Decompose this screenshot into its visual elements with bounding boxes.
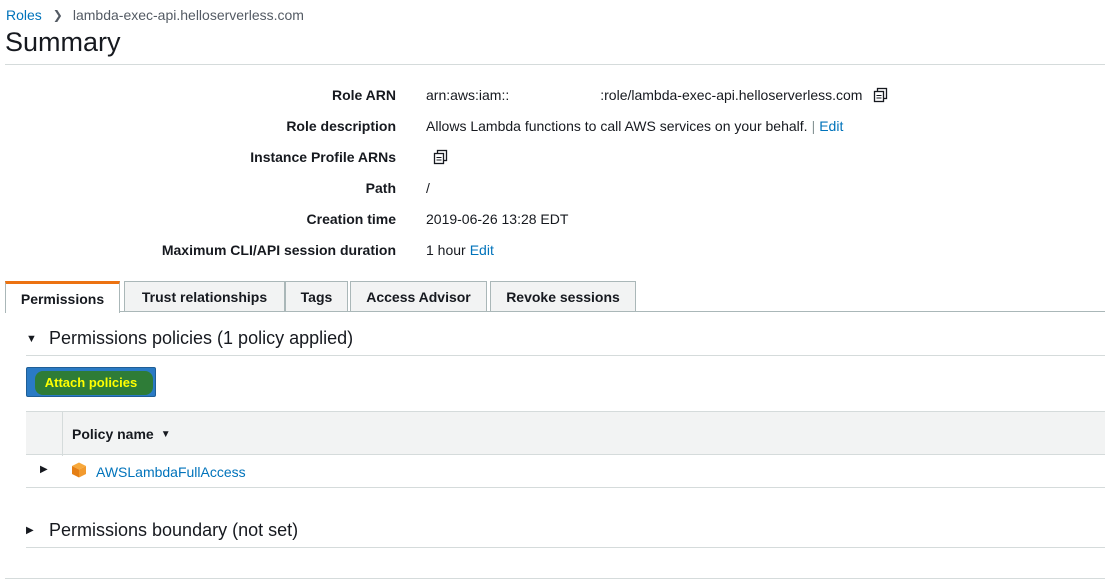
summary-row-instance-profile: Instance Profile ARNs (0, 146, 1105, 168)
edit-session-duration-link[interactable]: Edit (470, 242, 494, 258)
separator: | (811, 118, 816, 134)
caret-down-icon: ▼ (26, 332, 37, 345)
policy-link-awslambdafullaccess[interactable]: AWSLambdaFullAccess (96, 464, 246, 480)
path-value: / (426, 180, 430, 196)
expand-row-icon[interactable]: ▶ (40, 464, 48, 475)
creation-time-label: Creation time (306, 211, 396, 227)
tab-trust-relationships[interactable]: Trust relationships (124, 281, 285, 312)
path-label: Path (365, 180, 396, 196)
package-icon (72, 462, 86, 478)
role-tabs: Permissions Trust relationships Tags Acc… (5, 281, 1105, 313)
title-divider (5, 64, 1105, 65)
tab-divider (5, 311, 1105, 312)
role-arn-label: Role ARN (331, 87, 396, 103)
breadcrumb-roles-link[interactable]: Roles (6, 7, 42, 23)
session-duration-label: Maximum CLI/API session duration (161, 242, 396, 258)
copy-icon[interactable] (872, 86, 890, 104)
section-divider (26, 547, 1105, 548)
summary-row-role-arn: Role ARN arn:aws:iam:: :role/lambda-exec… (0, 84, 1105, 106)
instance-profile-value (432, 148, 450, 166)
role-arn-value: arn:aws:iam:: :role/lambda-exec-api.hell… (426, 86, 890, 104)
role-description-value: Allows Lambda functions to call AWS serv… (426, 118, 808, 134)
tab-permissions[interactable]: Permissions (5, 281, 120, 313)
attach-policies-button[interactable]: Attach policies (26, 367, 156, 397)
role-description-label: Role description (286, 118, 396, 134)
instance-profile-label: Instance Profile ARNs (250, 149, 396, 165)
summary-row-creation-time: Creation time 2019-06-26 13:28 EDT (0, 208, 1105, 230)
copy-icon[interactable] (432, 148, 450, 166)
role-arn-prefix: arn:aws:iam:: (426, 87, 510, 103)
policy-name-column-header[interactable]: Policy name ▼ (72, 426, 171, 442)
table-header: Policy name ▼ (26, 411, 1105, 456)
role-arn-suffix: :role/lambda-exec-api.helloserverless.co… (600, 87, 863, 103)
column-divider (62, 412, 63, 456)
panel-bottom-border (5, 578, 1105, 579)
chevron-right-icon: ❯ (52, 8, 63, 22)
breadcrumb-current: lambda-exec-api.helloserverless.com (72, 7, 304, 23)
tab-access-advisor[interactable]: Access Advisor (350, 281, 487, 312)
caret-right-icon: ▶ (26, 525, 34, 536)
session-duration-value: 1 hour (426, 242, 466, 258)
attach-policies-label: Attach policies (44, 374, 138, 390)
table-row: ▶ AWSLambdaFullAccess (26, 455, 1105, 488)
summary-row-role-description: Role description Allows Lambda functions… (0, 115, 1105, 137)
edit-description-link[interactable]: Edit (819, 118, 843, 134)
policy-name-header-label: Policy name (72, 426, 154, 442)
permissions-policies-toggle[interactable]: ▼ Permissions policies (1 policy applied… (26, 328, 353, 349)
permissions-boundary-heading: Permissions boundary (not set) (49, 520, 299, 540)
creation-time-value: 2019-06-26 13:28 EDT (426, 211, 569, 227)
summary-row-session-duration: Maximum CLI/API session duration 1 hour … (0, 239, 1105, 261)
tab-tags[interactable]: Tags (285, 281, 348, 312)
session-duration-value-wrap: 1 hour Edit (426, 242, 494, 258)
section-divider (26, 355, 1105, 356)
role-description-value-wrap: Allows Lambda functions to call AWS serv… (426, 118, 843, 134)
sort-down-icon[interactable]: ▼ (161, 429, 171, 440)
tab-revoke-sessions[interactable]: Revoke sessions (490, 281, 636, 312)
permissions-boundary-toggle[interactable]: ▶ Permissions boundary (not set) (26, 520, 298, 541)
page-title: Summary (5, 27, 121, 57)
permissions-policies-heading: Permissions policies (1 policy applied) (49, 328, 354, 348)
summary-row-path: Path / (0, 177, 1105, 199)
breadcrumb: Roles ❯ lambda-exec-api.helloserverless.… (6, 7, 304, 23)
